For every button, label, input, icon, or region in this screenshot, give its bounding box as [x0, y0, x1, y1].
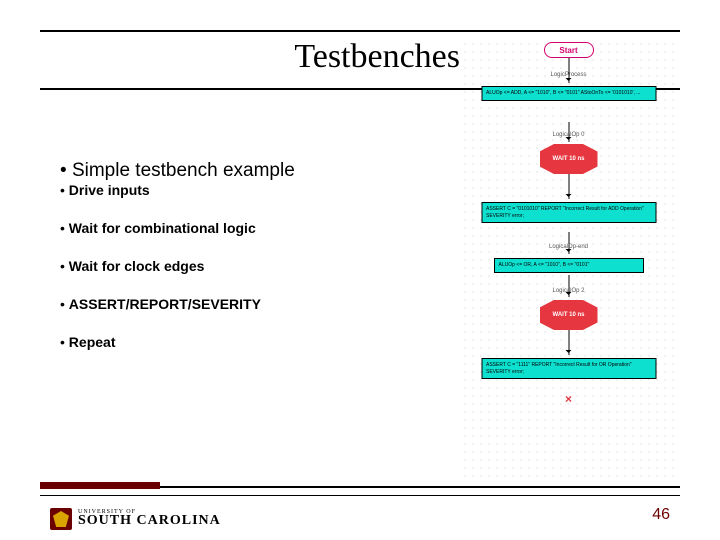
sub-bullet-text: Repeat [69, 334, 116, 350]
flow-process: ASSERT C = "1111" REPORT "Incorrect Resu… [481, 358, 656, 379]
top-rule [40, 30, 680, 32]
flow-edge-label: LogicProcess [550, 72, 586, 78]
slide: Testbenches Simple testbench example Dri… [0, 0, 720, 540]
sub-bullet: Repeat [60, 334, 460, 350]
page-number: 46 [652, 506, 670, 524]
flow-arrow [568, 58, 569, 83]
university-logo: UNIVERSITY OF SOUTH CAROLINA [50, 508, 221, 530]
slide-title: Testbenches [0, 38, 460, 76]
sub-bullet-text: ASSERT/REPORT/SEVERITY [69, 296, 261, 312]
sub-bullet-text: Wait for clock edges [69, 258, 205, 274]
body-text: Simple testbench example Drive inputs Wa… [60, 160, 460, 372]
flow-arrow [568, 174, 569, 199]
sub-bullet-text: Drive inputs [69, 182, 150, 198]
flow-continue-icon: × [565, 392, 572, 406]
logo-text: UNIVERSITY OF SOUTH CAROLINA [78, 510, 221, 528]
flow-edge-label: LogicalOp 0 [552, 132, 584, 138]
main-bullet: Simple testbench example Drive inputs Wa… [60, 160, 460, 350]
flow-wait: WAIT 10 ns [540, 300, 598, 330]
crest-icon [50, 508, 72, 530]
flow-wait: WAIT 10 ns [540, 144, 598, 174]
flow-start: Start [544, 42, 594, 58]
sub-bullet: Wait for combinational logic [60, 220, 460, 236]
sub-bullet-text: Wait for combinational logic [69, 220, 256, 236]
sub-bullet-list: Drive inputs Wait for combinational logi… [60, 182, 460, 350]
flow-arrow [568, 232, 569, 254]
main-bullet-text: Simple testbench example [72, 160, 295, 181]
flow-process: ALUOp <= ADD, A <= "1010", B <= "0101" A… [481, 86, 656, 101]
flow-arrow [568, 330, 569, 355]
flowchart: Start LogicProcess ALUOp <= ADD, A <= "1… [461, 40, 676, 480]
flow-process: ASSERT C = "0101010" REPORT "Incorrect R… [481, 202, 656, 223]
flow-edge-label: LogicalOp-end [549, 244, 588, 250]
flow-process: ALUOp <= OR, A <= "1010", B <= "0101" [494, 258, 644, 273]
flow-edge-label: LogicalOp 2 [552, 288, 584, 294]
sub-bullet: ASSERT/REPORT/SEVERITY [60, 296, 460, 312]
logo-line2: SOUTH CAROLINA [78, 515, 221, 528]
sub-bullet: Drive inputs [60, 182, 460, 198]
sub-bullet: Wait for clock edges [60, 258, 460, 274]
footer-rule-accent [40, 482, 160, 489]
